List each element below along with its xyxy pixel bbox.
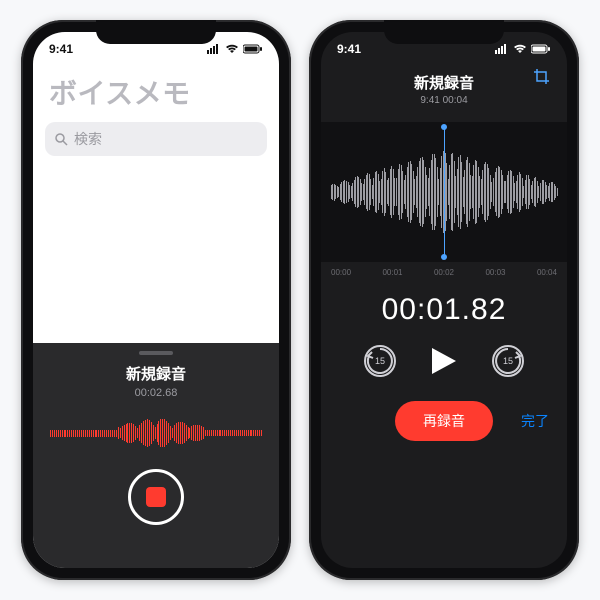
play-button[interactable] [430,346,458,376]
recording-title: 新規録音 [126,363,186,384]
skip-forward-button[interactable]: 15 [492,345,524,377]
done-button[interactable]: 完了 [521,411,549,431]
search-icon [55,133,68,146]
ruler-tick: 00:02 [434,268,454,277]
screen-recording-detail: 9:41 新規録音 9:41 00:04 00:00 00:01 00: [321,32,567,568]
playhead-dot-top [441,124,447,130]
notch [96,20,216,44]
trim-icon[interactable] [533,68,551,91]
ruler-tick: 00:01 [382,268,402,277]
ruler-tick: 00:04 [537,268,557,277]
battery-icon [531,44,551,54]
stop-icon [146,487,166,507]
bottom-bar: 再録音 完了 [321,399,567,443]
header: 新規録音 9:41 00:04 [321,66,567,106]
playback-controls: 15 15 [321,345,567,377]
ruler-tick: 00:00 [331,268,351,277]
header: ボイスメモ [33,66,279,112]
time-ruler: 00:00 00:01 00:02 00:03 00:04 [321,262,567,277]
phone-left: 9:41 ボイスメモ 検索 新規録音 00:02.68 [21,20,291,580]
signal-icon [495,44,509,54]
search-input[interactable]: 検索 [45,122,267,156]
playback-elapsed: 00:01.82 [321,293,567,327]
waveform-panel[interactable] [321,122,567,262]
wifi-icon [225,44,239,54]
screen-voice-memos-list: 9:41 ボイスメモ 検索 新規録音 00:02.68 [33,32,279,568]
stop-record-button[interactable] [128,469,184,525]
empty-list-area [33,156,279,343]
battery-icon [243,44,263,54]
drag-handle[interactable] [139,351,173,355]
playhead-dot-bottom [441,254,447,260]
waveform-live [50,413,262,453]
signal-icon [207,44,221,54]
phone-right: 9:41 新規録音 9:41 00:04 00:00 00:01 00: [309,20,579,580]
search-placeholder: 検索 [74,129,102,149]
re-record-button[interactable]: 再録音 [395,401,493,441]
page-title: ボイスメモ [49,72,263,112]
recording-elapsed: 00:02.68 [135,387,178,399]
status-icons [495,44,551,54]
skip-back-button[interactable]: 15 [364,345,396,377]
notch [384,20,504,44]
wifi-icon [513,44,527,54]
ruler-tick: 00:03 [485,268,505,277]
recording-mini-panel[interactable]: 新規録音 00:02.68 [33,343,279,568]
recording-title: 新規録音 [321,72,567,93]
status-time: 9:41 [337,42,361,56]
recording-subtitle: 9:41 00:04 [321,95,567,106]
status-time: 9:41 [49,42,73,56]
status-icons [207,44,263,54]
